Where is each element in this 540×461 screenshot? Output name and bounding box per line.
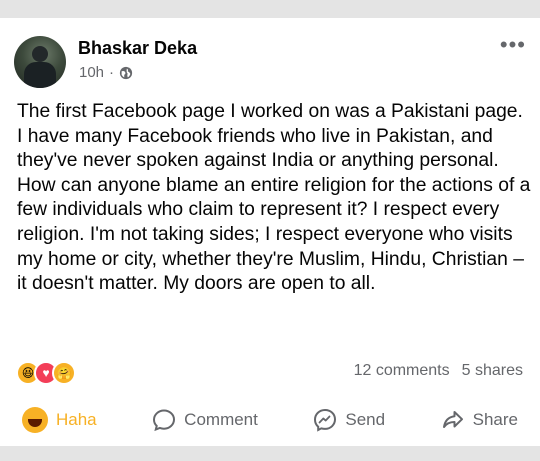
post-stats: 12 comments 5 shares <box>354 362 523 380</box>
avatar-body <box>24 62 56 88</box>
haha-label: Haha <box>56 410 97 429</box>
share-label: Share <box>472 410 518 429</box>
post-text: The first Facebook page I worked on was … <box>17 101 531 295</box>
comment-label: Comment <box>184 410 258 429</box>
post-meta: 10h · <box>79 64 133 81</box>
comment-icon <box>153 409 176 432</box>
globe-icon[interactable] <box>119 66 133 80</box>
share-icon <box>442 411 463 428</box>
more-options-icon[interactable]: ••• <box>500 34 526 56</box>
care-reaction-icon: 🤗 <box>52 361 76 385</box>
meta-separator: · <box>109 64 115 81</box>
avatar[interactable] <box>14 36 66 88</box>
avatar-head <box>32 46 48 62</box>
share-button[interactable]: Share <box>441 408 518 432</box>
shares-count[interactable]: 5 shares <box>462 362 523 380</box>
send-button[interactable]: Send <box>313 408 385 432</box>
haha-icon <box>22 407 48 433</box>
reaction-summary[interactable]: 😆 ♥ 🤗 <box>16 361 76 385</box>
haha-button[interactable]: Haha <box>22 407 97 433</box>
send-label: Send <box>345 410 386 429</box>
comments-count[interactable]: 12 comments <box>354 362 450 380</box>
post-time[interactable]: 10h <box>79 64 104 81</box>
comment-button[interactable]: Comment <box>152 408 258 432</box>
messenger-icon <box>314 408 337 432</box>
action-bar: Haha Comment Send Share <box>0 400 540 440</box>
author-name[interactable]: Bhaskar Deka <box>78 38 197 59</box>
